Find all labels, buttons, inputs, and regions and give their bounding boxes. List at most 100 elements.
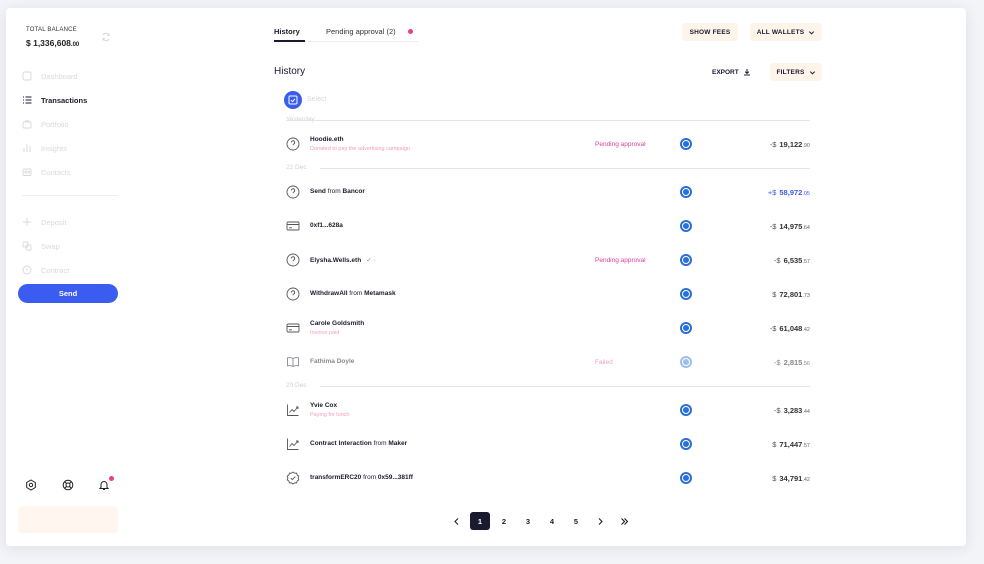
- sidebar-item-transactions[interactable]: Transactions: [22, 93, 87, 107]
- sidebar-action-label: Deposit: [41, 217, 67, 227]
- group-divider: [286, 120, 810, 121]
- sidebar-item-portfolio[interactable]: Portfolio: [22, 117, 69, 131]
- table-row[interactable]: Yvie Cox Paying for lunch -$ 3,283.44: [286, 398, 810, 422]
- amount-value: 58,972: [779, 188, 803, 197]
- sidebar-action-deposit[interactable]: Deposit: [22, 215, 66, 229]
- table-row[interactable]: Fathima Doyle Failed -$ 2,815.56: [286, 350, 810, 374]
- amount-value: 3,283: [783, 406, 803, 415]
- card-icon: [286, 323, 300, 333]
- filters-dropdown[interactable]: FILTERS: [770, 63, 822, 81]
- question-circle-icon: [286, 287, 300, 301]
- chevron-left-icon: [453, 517, 458, 525]
- coin-icon: [680, 472, 692, 484]
- table-row[interactable]: Contract Interaction from Maker $71,447.…: [286, 432, 810, 456]
- sidebar-divider: [22, 195, 118, 196]
- coin-icon: [680, 356, 692, 368]
- row-amount: -$ 14,975.64: [770, 222, 810, 231]
- amount-cents: .57: [802, 259, 810, 265]
- contacts-icon: [22, 168, 32, 176]
- page-button[interactable]: 2: [494, 512, 514, 530]
- sidebar-item-label: Transactions: [41, 95, 88, 105]
- sidebar-action-label: Swap: [41, 241, 60, 251]
- checkbox-icon: [288, 95, 298, 105]
- row-amount: -$ 61,048.42: [770, 324, 810, 333]
- table-row[interactable]: Elysha.Wells.eth ✓ › Pending approval -$ 6,…: [286, 248, 810, 272]
- page-button[interactable]: 3: [518, 512, 538, 530]
- download-icon: [743, 69, 750, 76]
- table-row[interactable]: Send from Bancor +$ 58,972.05: [286, 180, 810, 204]
- settings-icon[interactable]: [25, 479, 37, 491]
- table-row[interactable]: WithdrawAll from Metamask $72,801.73: [286, 282, 810, 306]
- double-chevron-right-icon: [620, 517, 628, 525]
- select-label: Select: [307, 96, 327, 103]
- page-button[interactable]: 5: [566, 512, 586, 530]
- row-amount: $72,801.73: [772, 290, 810, 299]
- last-page-button[interactable]: [614, 512, 634, 530]
- amount-cents: .90: [802, 143, 810, 149]
- coin-icon: [680, 254, 692, 266]
- tab-pending-approval[interactable]: Pending approval (2): [326, 27, 396, 36]
- amount-value: 34,791: [779, 474, 803, 483]
- notification-dot: [109, 476, 114, 481]
- card-icon: [286, 221, 300, 231]
- export-button[interactable]: EXPORT: [712, 68, 751, 76]
- sidebar-item-contacts[interactable]: Contacts: [22, 165, 71, 179]
- total-balance-value: $ 1,336,608.00: [26, 38, 79, 48]
- sidebar-promo-card[interactable]: [18, 506, 118, 533]
- question-circle-icon: [286, 253, 300, 267]
- sidebar-action-contract[interactable]: Contract: [22, 263, 69, 277]
- tab-history[interactable]: History: [274, 27, 300, 36]
- next-page-button[interactable]: [590, 512, 610, 530]
- amount-cents: .56: [802, 361, 810, 367]
- sidebar-item-dashboard[interactable]: Dashboard: [22, 69, 78, 83]
- prev-page-button[interactable]: [446, 512, 466, 530]
- all-wallets-label: ALL WALLETS: [756, 28, 805, 36]
- badge-check-icon: [286, 471, 300, 485]
- table-row[interactable]: transformERC20 from 0x59...381ff $34,791…: [286, 466, 810, 490]
- page-button[interactable]: 4: [542, 512, 562, 530]
- coin-icon: [680, 322, 692, 334]
- page-button[interactable]: 1: [470, 512, 490, 530]
- all-wallets-dropdown[interactable]: ALL WALLETS: [750, 23, 822, 41]
- row-title: Send from Bancor: [310, 188, 365, 195]
- amount-sign: $: [772, 290, 777, 299]
- trend-up-icon: [287, 438, 299, 450]
- coin-icon: [680, 288, 692, 300]
- row-amount: -$ 19,122.90: [770, 140, 810, 149]
- coin-icon: [680, 404, 692, 416]
- support-icon[interactable]: [62, 479, 74, 491]
- row-amount: -$ 2,815.56: [774, 358, 810, 367]
- table-row[interactable]: Hoodie.eth Donated to pay the advertisin…: [286, 132, 810, 156]
- amount-cents: .42: [802, 477, 810, 483]
- briefcase-icon: [22, 120, 32, 129]
- trend-up-icon: [287, 404, 299, 416]
- sidebar-action-swap[interactable]: Swap: [22, 239, 60, 253]
- amount-sign: -$: [769, 140, 777, 149]
- row-title: Contract Interaction from Maker: [310, 440, 408, 447]
- balance-cents: .00: [70, 42, 80, 48]
- select-all-checkbox[interactable]: [284, 91, 302, 109]
- contract-icon: [22, 265, 32, 275]
- book-icon: [287, 357, 299, 368]
- row-amount: $34,791.42: [772, 474, 810, 483]
- amount-value: 2,815: [783, 358, 803, 367]
- filters-label: FILTERS: [776, 68, 805, 76]
- amount-sign: $: [772, 440, 777, 449]
- show-fees-button[interactable]: SHOW FEES: [682, 23, 738, 41]
- amount-sign: +$: [767, 188, 777, 197]
- amount-value: 61,048: [779, 324, 803, 333]
- table-row[interactable]: Carole Goldsmith Invoice paid -$ 61,048.4…: [286, 316, 810, 340]
- show-fees-label: SHOW FEES: [689, 28, 731, 36]
- row-title: Elysha.Wells.eth ✓ ›: [310, 257, 376, 264]
- pending-indicator-dot: [408, 29, 413, 34]
- table-row[interactable]: 0xf1...628a -$ 14,975.64: [286, 214, 810, 238]
- chevron-down-icon: [809, 30, 815, 34]
- question-circle-icon: [286, 185, 300, 199]
- bell-icon[interactable]: [98, 479, 110, 491]
- send-button[interactable]: Send: [18, 284, 118, 303]
- refresh-icon[interactable]: [101, 32, 111, 42]
- sidebar: TOTAL BALANCE $ 1,336,608.00 Dashboard T…: [6, 8, 136, 546]
- chevron-right-icon[interactable]: ›: [374, 257, 376, 264]
- verified-check-icon: ✓: [366, 257, 372, 264]
- sidebar-item-insights[interactable]: Insights: [22, 141, 67, 155]
